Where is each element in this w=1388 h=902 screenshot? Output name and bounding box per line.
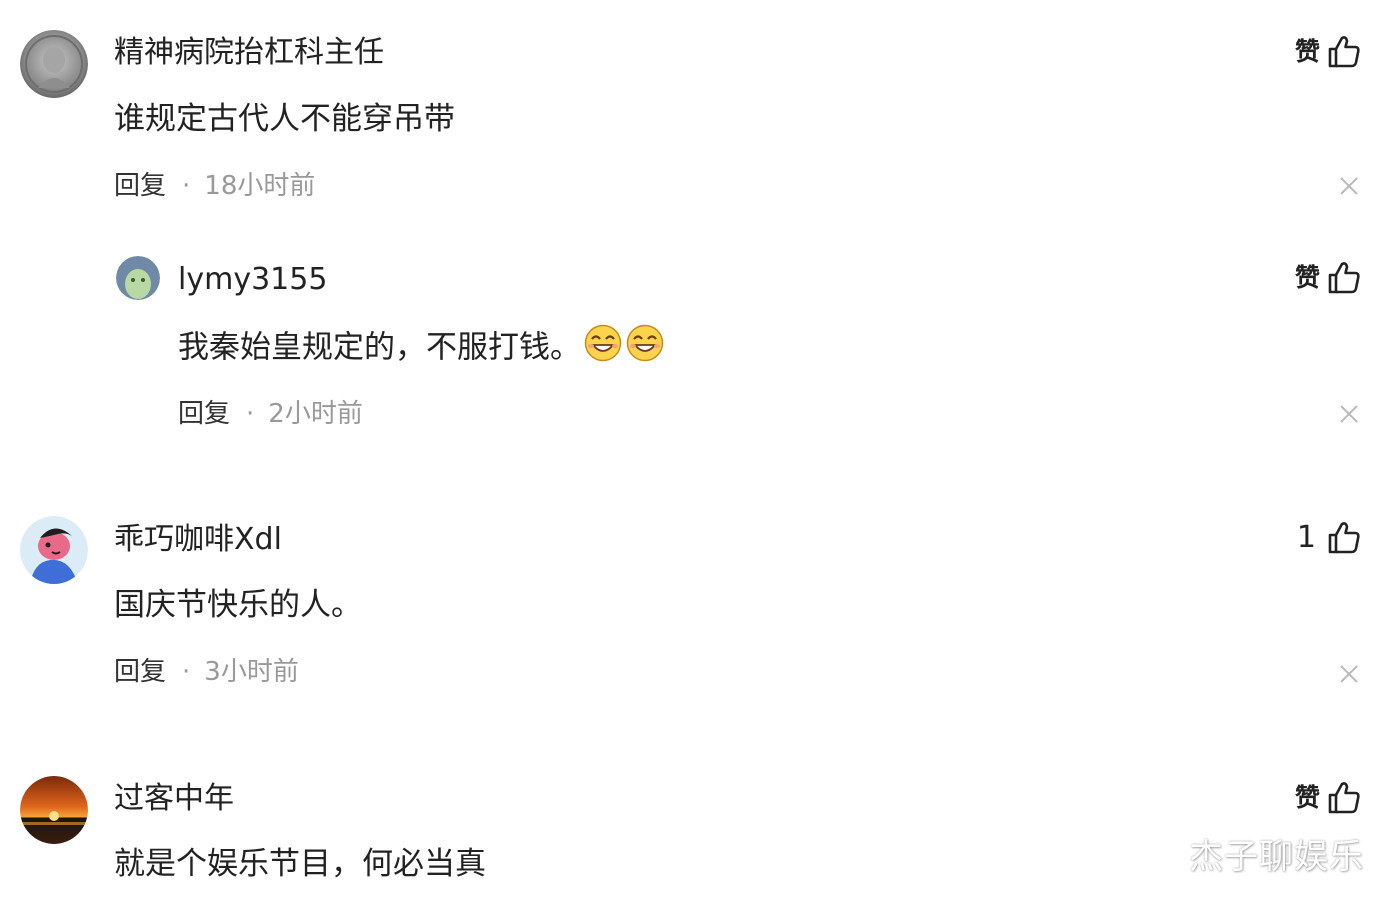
like-label: 赞 (1294, 263, 1320, 292)
like-button[interactable]: 赞 (1295, 32, 1362, 72)
close-icon[interactable] (1338, 403, 1360, 425)
like-button[interactable]: 1 (1297, 518, 1362, 558)
username[interactable]: lymy3155 (178, 260, 327, 300)
thumbs-up-icon (1328, 522, 1360, 554)
thumbs-up-icon (1328, 782, 1360, 814)
reply-button[interactable]: 回复 (114, 171, 166, 201)
comment-text: 谁规定古代人不能穿吊带 (114, 101, 455, 137)
like-count: 1 (1296, 520, 1316, 555)
reply-button[interactable]: 回复 (178, 399, 230, 429)
timestamp: 3小时前 (204, 657, 299, 687)
avatar[interactable] (116, 256, 160, 300)
comment-text: 国庆节快乐的人。 (114, 587, 362, 623)
username[interactable]: 过客中年 (114, 779, 234, 819)
smile-emoji-icon (583, 324, 623, 374)
avatar[interactable] (20, 776, 88, 844)
avatar[interactable] (20, 30, 88, 98)
thumbs-up-icon (1328, 262, 1360, 294)
thumbs-up-icon (1328, 36, 1360, 68)
close-icon[interactable] (1338, 175, 1360, 197)
like-button[interactable]: 赞 (1295, 778, 1362, 818)
smile-emoji-icon (625, 324, 665, 374)
timestamp: 18小时前 (204, 171, 316, 201)
avatar[interactable] (20, 516, 88, 584)
reply-button[interactable]: 回复 (114, 657, 166, 687)
comment-text: 我秦始皇规定的，不服打钱。 (178, 329, 581, 366)
timestamp: 2小时前 (268, 399, 363, 429)
like-label: 赞 (1294, 37, 1320, 66)
comment-meta: 回复 · 3小时前 (114, 654, 299, 690)
separator-dot: · (246, 399, 255, 429)
comment-text-row: 我秦始皇规定的，不服打钱。 (178, 324, 665, 374)
like-button[interactable]: 赞 (1295, 258, 1362, 298)
username[interactable]: 乖巧咖啡Xdl (114, 520, 282, 560)
separator-dot: · (182, 171, 191, 201)
comment-meta: 回复 · 2小时前 (178, 396, 363, 432)
close-icon[interactable] (1338, 663, 1360, 685)
watermark: 杰子聊娱乐 (1189, 837, 1364, 877)
comment-text: 就是个娱乐节目，何必当真 (114, 846, 486, 882)
separator-dot: · (182, 657, 191, 687)
username[interactable]: 精神病院抬杠科主任 (114, 33, 384, 73)
comment-meta: 回复 · 18小时前 (114, 168, 315, 204)
like-label: 赞 (1294, 783, 1320, 812)
